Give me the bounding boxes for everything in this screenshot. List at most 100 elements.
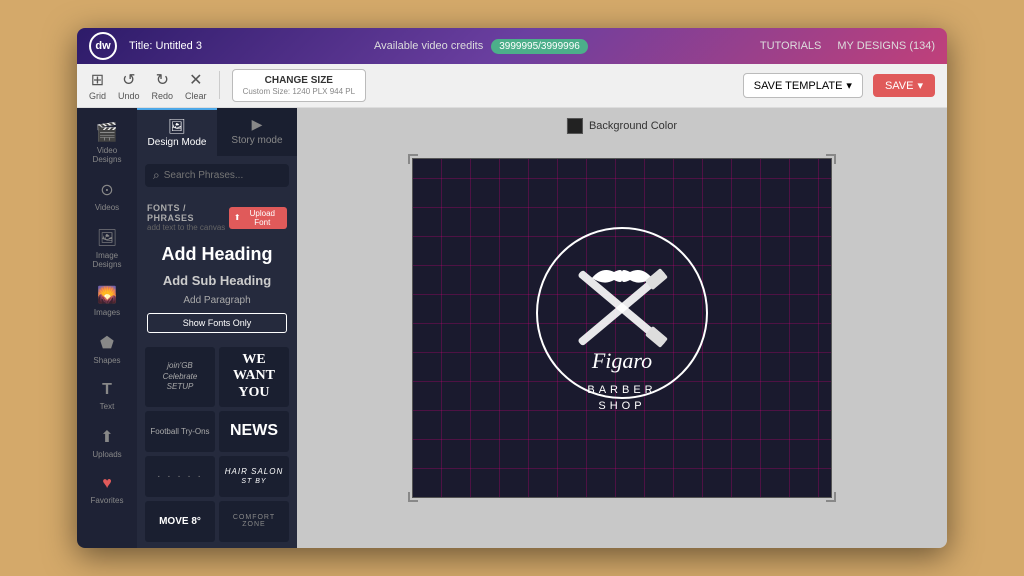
bg-color-bar: Background Color <box>567 118 677 134</box>
credits-area: Available video credits 3999995/3999996 <box>214 39 748 54</box>
undo-icon: ↺ <box>122 70 135 90</box>
grid-icon: ⊞ <box>91 70 104 90</box>
bg-color-swatch[interactable] <box>567 118 583 134</box>
sidebar-item-video-designs[interactable]: 🎬 Video Designs <box>81 116 133 170</box>
toolbar-left: ⊞ Grid ↺ Undo ↻ Redo ✕ Clear CHANGE SIZE… <box>89 69 366 102</box>
font-sample-football[interactable]: Football Try-Ons <box>145 411 215 452</box>
tutorials-link[interactable]: TUTORIALS <box>760 40 822 52</box>
barber-logo: Figaro BARBER SHOP <box>527 208 717 448</box>
sidebar-item-text[interactable]: T Text <box>81 375 133 417</box>
undo-button[interactable]: ↺ Undo <box>118 70 140 101</box>
add-paragraph-button[interactable]: Add Paragraph <box>147 292 287 309</box>
show-fonts-button[interactable]: Show Fonts Only <box>147 313 287 333</box>
sidebar-item-label: Favorites <box>91 496 124 505</box>
main-content: 🎬 Video Designs ⊙ Videos 🖼 Image Designs… <box>77 108 947 548</box>
redo-button[interactable]: ↻ Redo <box>152 70 174 101</box>
save-dropdown-icon: ▾ <box>917 79 923 92</box>
font-sample-hair-salon[interactable]: HAIR SALONST BY <box>219 456 289 497</box>
font-sample-dots[interactable]: · · · · · <box>145 456 215 497</box>
sidebar-item-label: Image Designs <box>85 251 129 269</box>
save-template-label: SAVE TEMPLATE <box>754 80 843 92</box>
images-icon: 🌄 <box>97 285 117 305</box>
text-icon: T <box>102 381 112 399</box>
corner-handle-tl <box>408 154 418 164</box>
font-sample-move[interactable]: MOVE 8° <box>145 501 215 542</box>
font-sample-label: NEWS <box>230 422 278 440</box>
upload-font-label: Upload Font <box>243 209 282 227</box>
clear-icon: ✕ <box>189 70 202 90</box>
toolbar-divider <box>219 71 220 99</box>
font-sample-comfort[interactable]: COMFORT ZONE <box>219 501 289 542</box>
font-sample-label: WEWANTYOU <box>233 352 275 402</box>
font-sample-news[interactable]: NEWS <box>219 411 289 452</box>
tab-design-mode[interactable]: 🖼 Design Mode <box>137 108 217 156</box>
change-size-button[interactable]: CHANGE SIZE Custom Size: 1240 PLX 944 PL <box>232 69 367 102</box>
uploads-icon: ⬆ <box>100 427 113 447</box>
credits-badge: 3999995/3999996 <box>491 39 588 54</box>
grid-label: Grid <box>89 91 106 101</box>
search-input[interactable] <box>164 170 296 181</box>
svg-text:SHOP: SHOP <box>598 400 645 412</box>
font-sample-label: join'GBCelebrateSETUP <box>163 361 198 392</box>
grid-button[interactable]: ⊞ Grid <box>89 70 106 101</box>
sidebar-item-label: Shapes <box>93 356 120 365</box>
mode-tabs: 🖼 Design Mode ▶ Story mode <box>137 108 297 156</box>
font-sample-label: HAIR SALONST BY <box>225 467 283 485</box>
videos-icon: ⊙ <box>100 180 113 200</box>
canvas-frame[interactable]: Figaro BARBER SHOP <box>412 158 832 498</box>
sidebar-item-favorites[interactable]: ♥ Favorites <box>81 469 133 511</box>
font-sample-italic[interactable]: join'GBCelebrateSETUP <box>145 347 215 407</box>
save-label: SAVE <box>885 80 914 92</box>
fonts-section: FONTS / PHRASES add text to the canvas ⬆… <box>137 195 297 341</box>
sidebar-item-label: Text <box>100 402 115 411</box>
left-panel: 🖼 Design Mode ▶ Story mode ⌕ FONTS / PHR… <box>137 108 297 548</box>
sidebar-icons: 🎬 Video Designs ⊙ Videos 🖼 Image Designs… <box>77 108 137 548</box>
favorites-icon: ♥ <box>102 475 112 493</box>
video-designs-icon: 🎬 <box>96 122 118 143</box>
font-grid: join'GBCelebrateSETUP WEWANTYOU Football… <box>137 341 297 548</box>
sidebar-item-images[interactable]: 🌄 Images <box>81 279 133 323</box>
clear-button[interactable]: ✕ Clear <box>185 70 207 101</box>
corner-handle-tr <box>826 154 836 164</box>
upload-icon: ⬆ <box>234 213 241 222</box>
sidebar-item-image-designs[interactable]: 🖼 Image Designs <box>81 222 133 275</box>
fonts-subtitle: add text to the canvas <box>147 223 229 232</box>
change-size-sub: Custom Size: 1240 PLX 944 PL <box>243 87 356 97</box>
sidebar-item-label: Video Designs <box>85 146 129 164</box>
top-bar: dw Title: Untitled 3 Available video cre… <box>77 28 947 64</box>
font-sample-label: Football Try-Ons <box>150 427 209 436</box>
toolbar: ⊞ Grid ↺ Undo ↻ Redo ✕ Clear CHANGE SIZE… <box>77 64 947 108</box>
tab-story-mode[interactable]: ▶ Story mode <box>217 108 297 156</box>
story-mode-icon: ▶ <box>252 116 263 133</box>
fonts-title: FONTS / PHRASES <box>147 203 229 223</box>
sidebar-item-shapes[interactable]: ⬟ Shapes <box>81 327 133 371</box>
add-sub-heading-button[interactable]: Add Sub Heading <box>147 269 287 292</box>
font-sample-label: MOVE 8° <box>159 516 201 527</box>
change-size-title: CHANGE SIZE <box>243 74 356 87</box>
my-designs-link[interactable]: MY DESIGNS (134) <box>837 40 935 52</box>
app-logo: dw <box>89 32 117 60</box>
font-sample-bold-serif[interactable]: WEWANTYOU <box>219 347 289 407</box>
sidebar-item-label: Uploads <box>92 450 121 459</box>
save-button[interactable]: SAVE ▾ <box>873 74 935 97</box>
document-title: Title: Untitled 3 <box>129 40 202 52</box>
sidebar-item-label: Images <box>94 308 120 317</box>
credits-label: Available video credits <box>374 40 483 52</box>
top-nav: TUTORIALS MY DESIGNS (134) <box>760 40 935 52</box>
sidebar-item-videos[interactable]: ⊙ Videos <box>81 174 133 218</box>
upload-font-button[interactable]: ⬆ Upload Font <box>229 207 287 229</box>
canvas-area: Background Color <box>297 108 947 548</box>
font-sample-label: · · · · · <box>157 471 203 482</box>
svg-text:BARBER: BARBER <box>587 384 656 396</box>
save-template-dropdown-icon: ▾ <box>846 79 852 92</box>
corner-handle-br <box>826 492 836 502</box>
svg-text:Figaro: Figaro <box>591 348 652 373</box>
clear-label: Clear <box>185 91 207 101</box>
design-mode-icon: 🖼 <box>168 118 186 135</box>
sidebar-item-uploads[interactable]: ⬆ Uploads <box>81 421 133 465</box>
shapes-icon: ⬟ <box>100 333 114 353</box>
image-designs-icon: 🖼 <box>97 228 117 248</box>
toolbar-right: SAVE TEMPLATE ▾ SAVE ▾ <box>743 73 935 98</box>
add-heading-button[interactable]: Add Heading <box>147 240 287 269</box>
save-template-button[interactable]: SAVE TEMPLATE ▾ <box>743 73 863 98</box>
